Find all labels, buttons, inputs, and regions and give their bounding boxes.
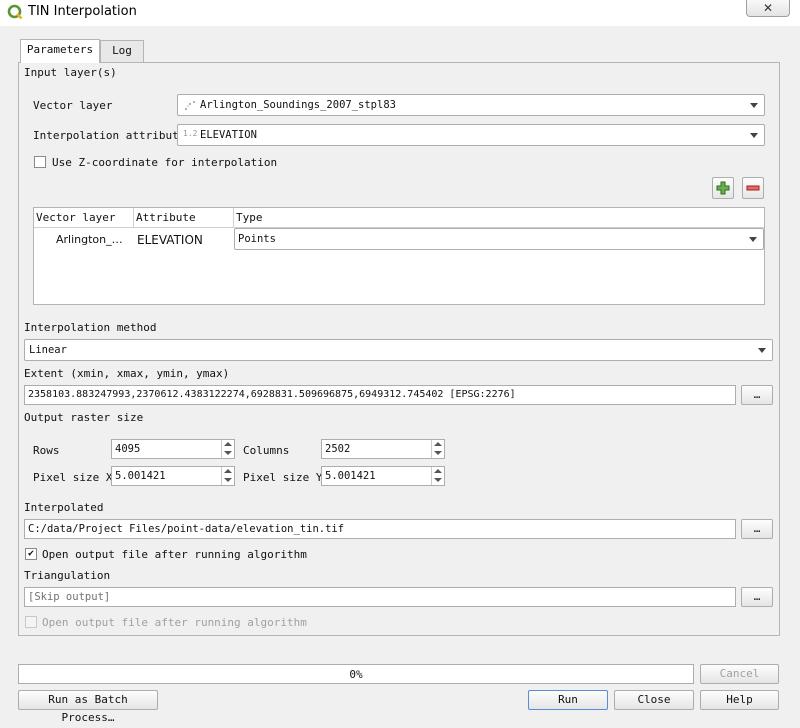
- open-output-label: Open output file after running algorithm: [42, 548, 307, 561]
- triangulation-browse-button[interactable]: …: [741, 587, 773, 607]
- pixel-size-y-spinbox[interactable]: 5.001421: [321, 466, 445, 486]
- extent-label: Extent (xmin, xmax, ymin, ymax): [24, 367, 230, 380]
- spin-down-icon[interactable]: [431, 476, 444, 485]
- vector-layer-combo[interactable]: Arlington_Soundings_2007_stpl83: [177, 94, 765, 116]
- pixel-size-x-spinbox[interactable]: 5.001421: [111, 466, 235, 486]
- triangulation-output-input[interactable]: [Skip output]: [24, 587, 736, 607]
- output-raster-size-label: Output raster size: [24, 411, 144, 424]
- close-icon: ✕: [762, 1, 774, 15]
- columns-spinbox[interactable]: 2502: [321, 439, 445, 459]
- interpolated-output-value: C:/data/Project Files/point-data/elevati…: [28, 523, 345, 535]
- add-layer-button[interactable]: [712, 177, 734, 199]
- header-type[interactable]: Type: [234, 208, 764, 228]
- pixel-size-y-label: Pixel size Y: [243, 471, 323, 484]
- row-type-combo[interactable]: Points: [234, 228, 764, 250]
- remove-layer-button[interactable]: [742, 177, 764, 199]
- spin-up-icon[interactable]: [221, 440, 234, 449]
- interpolated-output-input[interactable]: C:/data/Project Files/point-data/elevati…: [24, 519, 736, 539]
- point-layer-icon: [185, 101, 195, 110]
- plus-icon: [716, 181, 730, 195]
- help-button[interactable]: Help: [700, 690, 779, 710]
- run-batch-button[interactable]: Run as Batch Process…: [18, 690, 158, 724]
- spin-down-icon[interactable]: [431, 449, 444, 458]
- header-vector-layer[interactable]: Vector layer: [34, 208, 134, 228]
- window-title: TIN Interpolation: [28, 4, 137, 19]
- pixel-size-x-value: 5.001421: [115, 470, 166, 482]
- rows-value: 4095: [115, 443, 141, 455]
- columns-value: 2502: [325, 443, 351, 455]
- row-layer-cell[interactable]: Arlington_…: [56, 233, 123, 246]
- tab-log[interactable]: Log: [100, 40, 144, 62]
- close-button[interactable]: Close: [614, 690, 694, 710]
- header-attribute[interactable]: Attribute: [134, 208, 234, 228]
- vector-layer-label: Vector layer: [33, 99, 113, 112]
- interpolation-method-label: Interpolation method: [24, 321, 157, 334]
- input-layers-label: Input layer(s): [24, 66, 117, 79]
- pixel-size-y-value: 5.001421: [325, 470, 376, 482]
- close-window-button[interactable]: ✕: [746, 0, 790, 17]
- extent-browse-button[interactable]: …: [741, 385, 773, 405]
- run-button[interactable]: Run: [528, 690, 608, 710]
- extent-input[interactable]: 2358103.883247993,2370612.4383122274,692…: [24, 385, 736, 405]
- cancel-button[interactable]: Cancel: [700, 664, 779, 684]
- row-type-value: Points: [238, 233, 276, 245]
- progress-text: 0%: [349, 668, 363, 681]
- open-output-checkbox[interactable]: ✔: [25, 548, 37, 560]
- progress-bar: 0%: [18, 664, 694, 684]
- chevron-down-icon: [758, 348, 766, 353]
- use-z-coordinate-label: Use Z-coordinate for interpolation: [52, 156, 278, 169]
- spin-down-icon[interactable]: [221, 476, 234, 485]
- rows-label: Rows: [33, 444, 60, 457]
- interpolation-attribute-combo[interactable]: 1.2 ELEVATION: [177, 124, 765, 146]
- interpolation-attribute-label: Interpolation attribute: [33, 129, 186, 142]
- minus-icon: [746, 185, 760, 191]
- spin-up-icon[interactable]: [431, 440, 444, 449]
- rows-spinbox[interactable]: 4095: [111, 439, 235, 459]
- chevron-down-icon: [749, 237, 757, 242]
- vector-layer-value: Arlington_Soundings_2007_stpl83: [200, 99, 396, 111]
- tab-parameters[interactable]: Parameters: [20, 39, 100, 63]
- chevron-down-icon: [750, 133, 758, 138]
- use-z-coordinate-checkbox[interactable]: [34, 156, 46, 168]
- row-attribute-cell[interactable]: ELEVATION: [137, 233, 203, 247]
- interpolation-method-combo[interactable]: Linear: [24, 339, 773, 361]
- decimal-field-icon: 1.2: [183, 129, 198, 138]
- columns-label: Columns: [243, 444, 290, 457]
- spin-up-icon[interactable]: [221, 467, 234, 476]
- spin-up-icon[interactable]: [431, 467, 444, 476]
- spin-down-icon[interactable]: [221, 449, 234, 458]
- pixel-size-x-label: Pixel size X: [33, 471, 113, 484]
- open-output-triangulation-checkbox[interactable]: [25, 616, 37, 628]
- triangulation-placeholder: [Skip output]: [28, 591, 111, 603]
- chevron-down-icon: [750, 103, 758, 108]
- interpolated-label: Interpolated: [24, 501, 104, 514]
- open-output-triangulation-label: Open output file after running algorithm: [42, 616, 307, 629]
- extent-value: 2358103.883247993,2370612.4383122274,692…: [28, 389, 516, 400]
- interpolation-method-value: Linear: [29, 344, 67, 356]
- input-layers-table: Vector layer Attribute Type Arlington_… …: [33, 207, 765, 305]
- triangulation-label: Triangulation: [24, 569, 111, 582]
- interpolated-browse-button[interactable]: …: [741, 519, 773, 539]
- interpolation-attribute-value: ELEVATION: [200, 129, 257, 141]
- qgis-logo-icon: [7, 4, 23, 20]
